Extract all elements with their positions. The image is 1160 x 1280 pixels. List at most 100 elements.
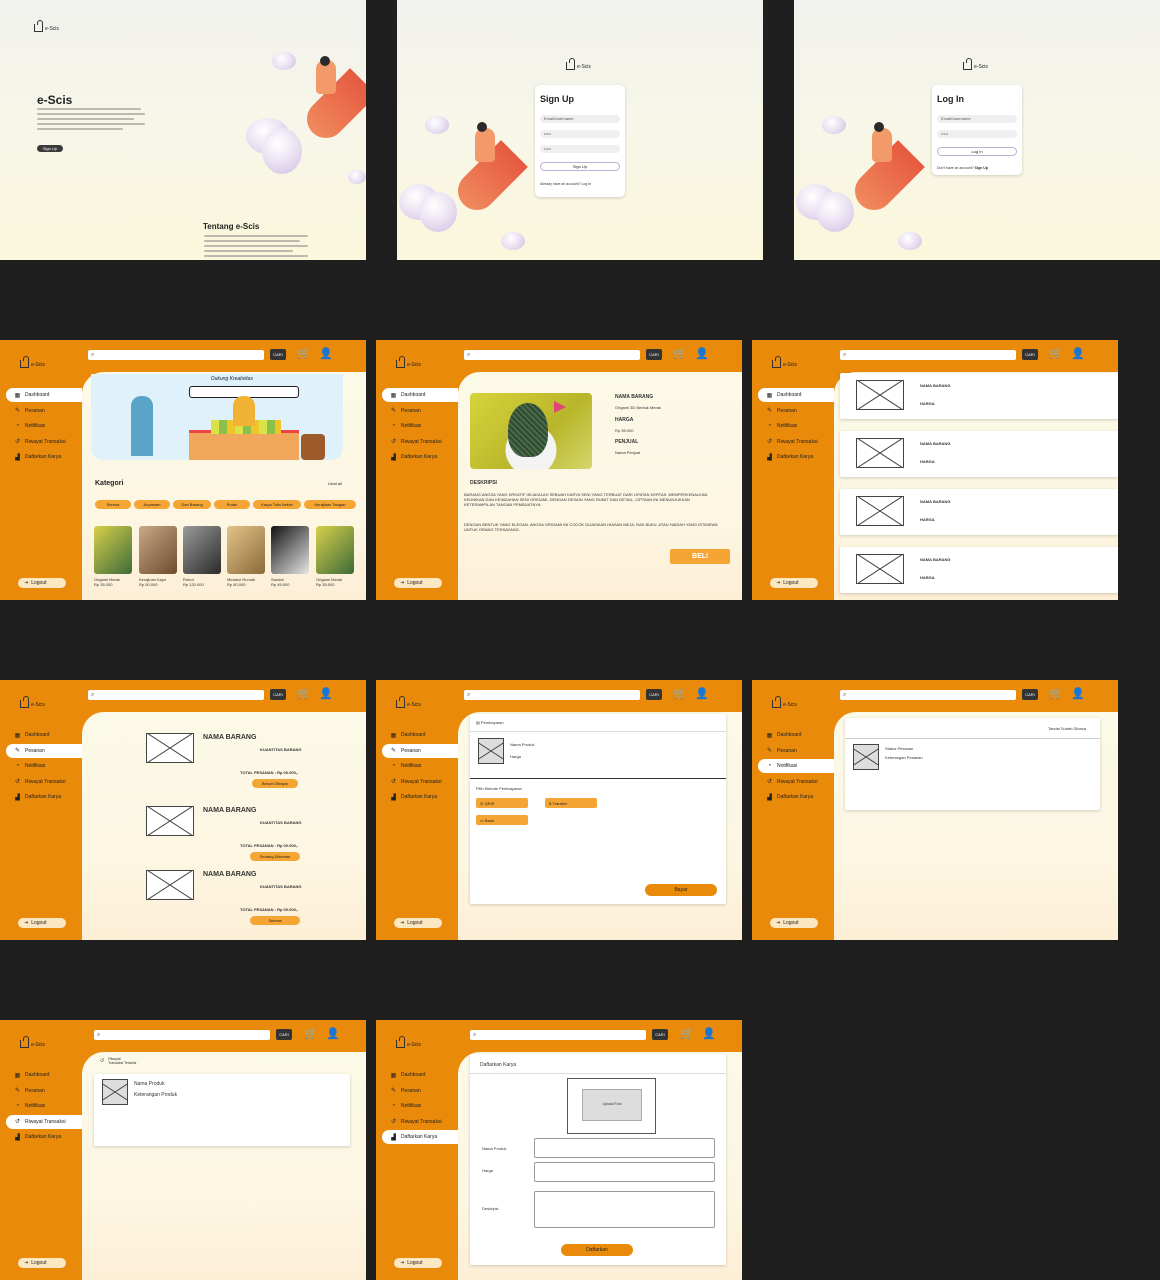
- list-item[interactable]: NAMA BARANG HARGA: [840, 431, 1118, 477]
- search-input[interactable]: ⌕: [88, 350, 264, 360]
- cart-icon[interactable]: 🛒: [673, 347, 687, 361]
- logout-button[interactable]: ⇥ Logout: [394, 1258, 442, 1268]
- logout-button[interactable]: ⇥ Logout: [770, 578, 818, 588]
- product-card[interactable]: Kerajinan Kayu Rp 50.000: [139, 526, 177, 587]
- mark-read-link[interactable]: Tandai Sudah Dibaca: [1048, 726, 1086, 731]
- buy-button[interactable]: BELI: [670, 549, 730, 564]
- sidebar-item-dashboard[interactable]: ▦ Dashboard: [382, 728, 458, 742]
- submit-button[interactable]: Daftarkan: [561, 1244, 633, 1256]
- sidebar-item-riwayat[interactable]: ↺ Riwayat Transaksi: [6, 775, 82, 789]
- sidebar-item-pesanan[interactable]: ✎ Pesanan: [382, 404, 458, 418]
- sidebar-item-daftarkan[interactable]: ▟ Daftarkan Karya: [758, 790, 834, 804]
- sidebar-item-notifikasi[interactable]: ◔ Notifikasi: [6, 1099, 82, 1113]
- search-button[interactable]: CARI: [1022, 689, 1038, 700]
- sidebar-item-daftarkan[interactable]: ▟ Daftarkan Karya: [382, 790, 458, 804]
- sidebar-item-dashboard[interactable]: ▦ Dashboard: [6, 1068, 82, 1082]
- list-item[interactable]: NAMA BARANG HARGA: [840, 373, 1118, 419]
- product-card[interactable]: Sandal Rp 45.000: [271, 526, 309, 587]
- login-button[interactable]: Log In: [937, 147, 1017, 156]
- sidebar-item-notifikasi[interactable]: ◔ Notifikasi: [6, 759, 82, 773]
- sidebar-item-daftarkan[interactable]: ▟ Daftarkan Karya: [758, 450, 834, 464]
- sidebar-item-pesanan[interactable]: ✎ Pesanan: [6, 404, 82, 418]
- sidebar-item-riwayat[interactable]: ↺ Riwayat Transaksi: [758, 435, 834, 449]
- product-card[interactable]: Miniatur Rumah Rp 80.000: [227, 526, 265, 587]
- user-icon[interactable]: 👤: [702, 1027, 716, 1041]
- login-email-field[interactable]: Email/Username: [937, 115, 1017, 123]
- sidebar-item-dashboard[interactable]: ▦ Dashboard: [6, 388, 82, 402]
- logout-button[interactable]: ⇥ Logout: [18, 1258, 66, 1268]
- list-item[interactable]: NAMA BARANG HARGA: [840, 547, 1118, 593]
- category-chip[interactable]: Dari Barang: [173, 500, 211, 509]
- sidebar-item-daftarkan[interactable]: ▟ Daftarkan Karya: [6, 1130, 82, 1144]
- description-input[interactable]: [534, 1191, 715, 1228]
- signup-footer[interactable]: Already have an account? Log In: [540, 182, 591, 186]
- search-button[interactable]: CARI: [1022, 349, 1038, 360]
- cart-icon[interactable]: 🛒: [1049, 687, 1063, 701]
- cart-icon[interactable]: 🛒: [673, 687, 687, 701]
- method-bank[interactable]: ▭ Bank: [476, 815, 528, 825]
- search-button[interactable]: CARI: [270, 349, 286, 360]
- sidebar-item-pesanan[interactable]: ✎ Pesanan: [6, 1084, 82, 1098]
- logout-button[interactable]: ⇥ Logout: [394, 918, 442, 928]
- sidebar-item-riwayat[interactable]: ↺ Riwayat Transaksi: [382, 775, 458, 789]
- logout-button[interactable]: ⇥ Logout: [18, 918, 66, 928]
- login-password-field[interactable]: •••••: [937, 130, 1017, 138]
- sidebar-item-daftarkan[interactable]: ▟ Daftarkan Karya: [6, 450, 82, 464]
- search-button[interactable]: CARI: [646, 689, 662, 700]
- order-status-badge[interactable]: Selesai: [250, 916, 300, 925]
- order-status-badge[interactable]: Belum Dibayar: [252, 779, 298, 788]
- method-qris[interactable]: ◎ QRIS: [476, 798, 528, 808]
- sidebar-item-dashboard[interactable]: ▦ Dashboard: [382, 388, 458, 402]
- sidebar-item-notifikasi[interactable]: ◔ Notifikasi: [382, 419, 458, 433]
- search-input[interactable]: ⌕: [94, 1030, 270, 1040]
- sidebar-item-pesanan[interactable]: ✎ Pesanan: [6, 743, 82, 758]
- sidebar-item-pesanan[interactable]: ✎ Pesanan: [382, 1084, 458, 1098]
- search-input[interactable]: ⌕: [88, 690, 264, 700]
- search-button[interactable]: CARI: [646, 349, 662, 360]
- search-input[interactable]: ⌕: [470, 1030, 646, 1040]
- search-button[interactable]: CARI: [276, 1029, 292, 1040]
- sidebar-item-notifikasi[interactable]: ◔ Notifikasi: [758, 759, 834, 773]
- cart-icon[interactable]: 🛒: [304, 1027, 318, 1041]
- search-input[interactable]: ⌕: [840, 690, 1016, 700]
- category-chip[interactable]: Anyaman: [134, 500, 170, 509]
- list-item[interactable]: NAMA BARANG HARGA: [840, 489, 1118, 535]
- sidebar-item-notifikasi[interactable]: ◔ Notifikasi: [6, 419, 82, 433]
- search-input[interactable]: ⌕: [840, 350, 1016, 360]
- price-input[interactable]: [534, 1162, 715, 1182]
- sidebar-item-pesanan[interactable]: ✎ Pesanan: [758, 404, 834, 418]
- sidebar-item-riwayat[interactable]: ↺ Riwayat Transaksi: [382, 1115, 458, 1129]
- sidebar-item-riwayat[interactable]: ↺ Riwayat Transaksi: [382, 435, 458, 449]
- sidebar-item-notifikasi[interactable]: ◔ Notifikasi: [382, 1099, 458, 1113]
- product-name-input[interactable]: [534, 1138, 715, 1158]
- cart-icon[interactable]: 🛒: [680, 1027, 694, 1041]
- category-chip[interactable]: Karya Tulis Ilmiah: [253, 500, 301, 509]
- search-input[interactable]: ⌕: [464, 690, 640, 700]
- sidebar-item-dashboard[interactable]: ▦ Dashboard: [758, 388, 834, 402]
- search-button[interactable]: CARI: [652, 1029, 668, 1040]
- search-input[interactable]: ⌕: [464, 350, 640, 360]
- category-chip[interactable]: Semua: [95, 500, 131, 509]
- cart-icon[interactable]: 🛒: [297, 347, 311, 361]
- sidebar-item-notifikasi[interactable]: ◔ Notifikasi: [382, 759, 458, 773]
- cart-icon[interactable]: 🛒: [297, 687, 311, 701]
- logout-button[interactable]: ⇥ Logout: [394, 578, 442, 588]
- user-icon[interactable]: 👤: [1071, 347, 1085, 361]
- sidebar-item-riwayat[interactable]: ↺ Riwayat Transaksi: [6, 435, 82, 449]
- login-signup-link[interactable]: Sign Up: [975, 166, 988, 170]
- sidebar-item-pesanan[interactable]: ✎ Pesanan: [382, 743, 458, 758]
- order-status-badge[interactable]: Sedang Dikemas: [250, 852, 300, 861]
- sidebar-item-dashboard[interactable]: ▦ Dashboard: [382, 1068, 458, 1082]
- sidebar-item-pesanan[interactable]: ✎ Pesanan: [758, 744, 834, 758]
- transaction-card[interactable]: Nama Produk Keterangan Produk: [94, 1074, 350, 1146]
- category-chip[interactable]: Kerajinan Tangan: [304, 500, 356, 509]
- signup-button[interactable]: Sign Up: [540, 162, 620, 171]
- user-icon[interactable]: 👤: [319, 347, 333, 361]
- sidebar-item-daftarkan[interactable]: ▟ Daftarkan Karya: [382, 450, 458, 464]
- product-card[interactable]: Origami Merak Rp 35.000: [94, 526, 132, 587]
- pay-button[interactable]: Bayar: [645, 884, 717, 896]
- landing-signup-button[interactable]: Sign Up: [37, 145, 63, 152]
- method-transfer[interactable]: $ Transfer: [545, 798, 597, 808]
- user-icon[interactable]: 👤: [695, 687, 709, 701]
- product-card[interactable]: Origami Merak Rp 35.000: [316, 526, 354, 587]
